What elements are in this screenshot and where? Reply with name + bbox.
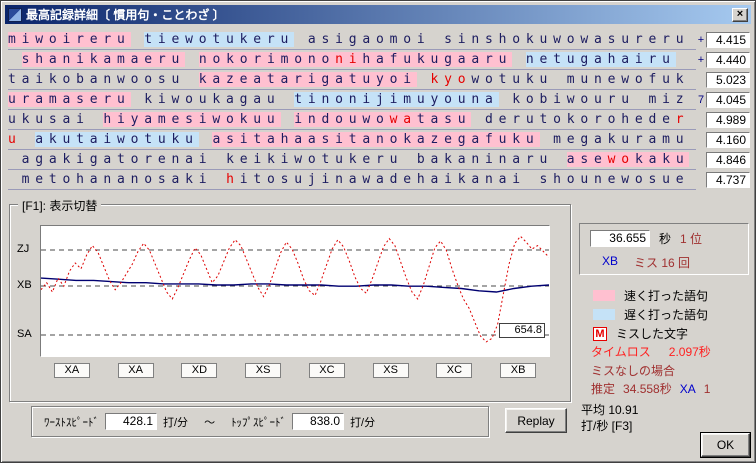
lap-grade-box: XA (53, 363, 90, 378)
lap-time-box: 4.440 (706, 52, 750, 68)
lap-grade-box: XB (500, 363, 537, 378)
titlebar[interactable]: 最高記録詳細〔 慣用句・ことわざ 〕 × (5, 5, 751, 24)
instant-speed-line (40, 235, 550, 343)
row-text: agakigatorenai keikiwotukeru bakaninaru … (8, 150, 696, 170)
record-detail-window: 最高記録詳細〔 慣用句・ことわざ 〕 × miwoireru tiewotuke… (0, 0, 756, 463)
score-line-grade: XB ミス 16 回 (602, 254, 690, 271)
window-title: 最高記録詳細〔 慣用句・ことわざ 〕 (26, 8, 225, 22)
top-speed-value: 838.0 (292, 413, 345, 430)
replay-button[interactable]: Replay (505, 408, 567, 433)
lap-grade-row: XA XA XD XS XC XS XC XB (40, 363, 550, 378)
chart-groupbox-label: [F1]: 表示切替 (18, 197, 102, 214)
estimate-rank: 1 (703, 382, 711, 396)
legend-item: 速く打った語句 (593, 286, 708, 305)
rank-label: 1 位 (680, 232, 703, 246)
slow-phrase-swatch (593, 309, 615, 320)
record-rows: miwoireru tiewotukeru asigaomoi sinshoku… (8, 30, 752, 190)
speed-chart-svg (40, 235, 550, 343)
row-text: metohananosaki hitosujinawadehaikanai sh… (8, 170, 696, 190)
lap-time-box: 4.737 (706, 172, 750, 188)
y-axis-label-zj: ZJ (17, 243, 30, 255)
top-speed-label: ﾄｯﾌﾟｽﾋﾟｰﾄﾞ (231, 416, 287, 429)
legend-item: M ミスした文字 (593, 324, 708, 343)
no-miss-label: ミスなしの場合 (591, 364, 676, 378)
miss-letter-swatch: M (593, 326, 607, 341)
row-text: u akutaiwotuku asitahaasitanokazegafuku … (8, 130, 696, 150)
range-tilde: ～ (204, 416, 216, 429)
legend-item: 遅く打った語句 (593, 305, 708, 324)
record-row: miwoireru tiewotukeru asigaomoi sinshoku… (8, 30, 752, 50)
fast-phrase-swatch (593, 290, 615, 301)
legend-label: 遅く打った語句 (624, 308, 709, 322)
worst-speed-value: 428.1 (105, 413, 157, 430)
lap-time-box: 4.045 (706, 92, 750, 108)
lap-grade-box: XS (245, 363, 282, 378)
record-row: agakigatorenai keikiwotukeru bakaninaru … (8, 150, 752, 170)
legend-label: 速く打った語句 (624, 289, 709, 303)
speed-chart: 654.8 (40, 225, 550, 357)
row-text: uramaseru kiwoukagau tinonijimuyouna kob… (8, 90, 696, 110)
grade-label: XB (602, 254, 619, 268)
total-time-box: 36.655 (590, 230, 650, 247)
record-row: u akutaiwotuku asitahaasitanokazegafuku … (8, 130, 752, 150)
row-text: miwoireru tiewotukeru asigaomoi sinshoku… (8, 30, 696, 50)
speed-range-panel: ﾜｰｽﾄｽﾋﾟｰﾄﾞ 428.1 打/分 ～ ﾄｯﾌﾟｽﾋﾟｰﾄﾞ 838.0 … (31, 406, 489, 437)
row-text: shanikamaeru nokorimononihafukugaaru net… (8, 50, 696, 70)
lap-time-box: 4.415 (706, 32, 750, 48)
legend-label: ミスした文字 (616, 327, 689, 341)
record-row: uramaseru kiwoukagau tinonijimuyouna kob… (8, 90, 752, 110)
row-text: ukusai hiyamesiwokuu indouwowatasu derut… (8, 110, 696, 130)
lap-grade-box: XC (436, 363, 473, 378)
average-speed-line (40, 277, 550, 293)
ok-button[interactable]: OK (700, 432, 751, 458)
average-speed-label-2: 打/秒 [F3] (581, 419, 633, 433)
lap-time-box: 4.989 (706, 112, 750, 128)
score-panel: 36.655 秒 1 位 XB ミス 16 回 (579, 223, 749, 275)
close-button[interactable]: × (732, 7, 748, 22)
lap-mark: + (697, 34, 705, 46)
average-speed-label-1: 平均 10.91 (581, 403, 639, 417)
estimate-label: 推定 (591, 382, 616, 396)
row-text: taikobanwoosu kazeatarigatuyoi kyowotuku… (8, 70, 696, 90)
time-unit-label: 秒 (659, 232, 672, 246)
app-icon (8, 7, 22, 22)
record-row: metohananosaki hitosujinawadehaikanai sh… (8, 170, 752, 190)
legend: 速く打った語句 遅く打った語句 M ミスした文字 (593, 286, 708, 343)
worst-speed-label: ﾜｰｽﾄｽﾋﾟｰﾄﾞ (44, 416, 99, 429)
y-axis-label-xb: XB (17, 279, 32, 291)
record-row: taikobanwoosu kazeatarigatuyoi kyowotuku… (8, 70, 752, 90)
lap-grade-box: XS (372, 363, 409, 378)
y-axis-label-sa: SA (17, 328, 32, 340)
lap-time-box: 5.023 (706, 72, 750, 88)
score-line-time: 36.655 秒 1 位 (590, 230, 702, 247)
lap-time-box: 4.846 (706, 152, 750, 168)
estimate-line: 推定 34.558秒 XA 1 (591, 380, 718, 397)
time-loss: タイムロス 2.097秒 (591, 343, 711, 360)
worst-speed-unit: 打/分 (163, 416, 189, 429)
time-loss-label: タイムロス (591, 345, 651, 359)
time-loss-value: 2.097秒 (668, 345, 711, 359)
lap-grade-box: XD (181, 363, 218, 378)
lap-mark: 7 (697, 94, 705, 106)
estimate-value: 34.558秒 (623, 382, 672, 396)
lap-grade-box: XA (117, 363, 154, 378)
top-speed-unit: 打/分 (350, 416, 376, 429)
lap-mark: + (697, 54, 705, 66)
miss-count-label: ミス 16 回 (634, 256, 691, 270)
current-speed-box: 654.8 (499, 323, 545, 338)
lap-grade-box: XC (308, 363, 345, 378)
estimate-grade: XA (679, 382, 696, 396)
record-row: ukusai hiyamesiwokuu indouwowatasu derut… (8, 110, 752, 130)
lap-time-box: 4.160 (706, 132, 750, 148)
chart-groupbox: [F1]: 表示切替 ZJ XB SA 654.8 XA XA XD XS XC XS XC… (9, 197, 571, 402)
record-row: shanikamaeru nokorimononihafukugaaru net… (8, 50, 752, 70)
